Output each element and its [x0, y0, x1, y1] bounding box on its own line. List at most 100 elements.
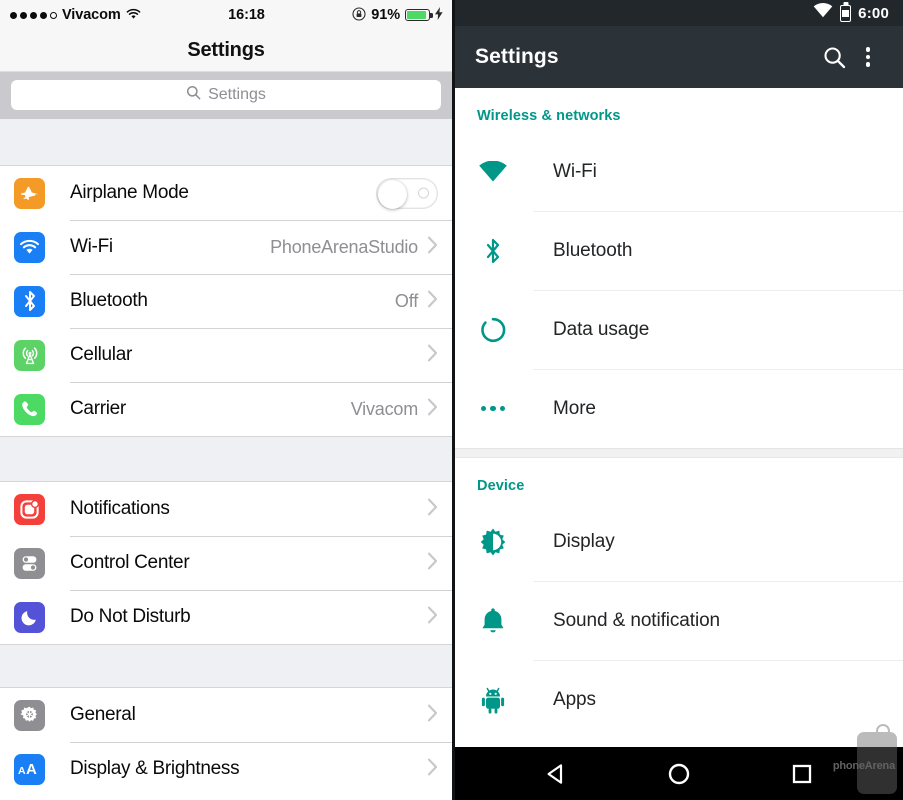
ios-settings-screen: Vivacom 16:18 91% Settings Settings Airp…: [0, 0, 452, 800]
android-section-title-device: Device: [477, 478, 525, 494]
brightness-icon: [477, 526, 509, 558]
toggle-off-indicator: [418, 187, 429, 199]
battery-icon: [405, 9, 433, 21]
ios-row-label: Wi-Fi: [70, 236, 113, 257]
android-row-label: Display: [553, 530, 615, 552]
android-robot-icon: [477, 684, 509, 716]
ios-section-gap-2: [0, 436, 452, 482]
ios-row-display-brightness[interactable]: A A Display & Brightness: [0, 742, 452, 796]
back-triangle-icon[interactable]: [526, 747, 586, 800]
ios-row-control-center[interactable]: Control Center: [0, 536, 452, 590]
ios-row-bluetooth[interactable]: Bluetooth Off: [0, 274, 452, 328]
chevron-right-icon: [427, 398, 438, 421]
ios-row-do-not-disturb[interactable]: Do Not Disturb: [0, 590, 452, 644]
android-app-bar: Settings: [455, 26, 903, 88]
airplane-mode-toggle[interactable]: [376, 177, 438, 209]
android-row-apps[interactable]: Apps: [455, 660, 903, 739]
notifications-icon: [14, 493, 45, 525]
chevron-right-icon: [427, 552, 438, 575]
battery-percent-label: 91%: [371, 7, 400, 23]
android-section-title-wireless: Wireless & networks: [477, 108, 621, 124]
android-row-wifi[interactable]: Wi-Fi: [455, 132, 903, 211]
android-row-more[interactable]: More: [455, 369, 903, 448]
control-center-icon: [14, 547, 45, 579]
android-section-device-rows: Display Sound & notification Apps: [455, 502, 903, 739]
home-circle-icon[interactable]: [649, 747, 709, 800]
wifi-icon: [126, 7, 141, 23]
android-row-label: Data usage: [553, 318, 650, 340]
android-row-label: Bluetooth: [553, 239, 633, 261]
moon-icon: [14, 601, 45, 633]
android-section-divider: [455, 448, 903, 458]
ios-clock: 16:18: [228, 7, 265, 23]
android-row-label: More: [553, 397, 596, 419]
ios-section-gap-1: [0, 119, 452, 166]
airplane-icon: [14, 177, 45, 209]
android-clock: 6:00: [858, 4, 889, 22]
signal-strength-dots: [10, 11, 57, 19]
carrier-label: Vivacom: [62, 7, 121, 23]
ios-row-value: Off: [394, 290, 418, 311]
chevron-right-icon: [427, 606, 438, 629]
android-row-label: Apps: [553, 688, 596, 710]
android-settings-list: Wireless & networks Wi-Fi Bluetooth Data…: [455, 88, 903, 739]
lightning-bolt-icon: [435, 7, 443, 23]
android-row-display[interactable]: Display: [455, 502, 903, 581]
cell-tower-icon: [14, 339, 45, 371]
text-size-icon: A A: [14, 753, 45, 785]
ios-row-general[interactable]: General: [0, 688, 452, 742]
comparison-screenshot: Vivacom 16:18 91% Settings Settings Airp…: [0, 0, 903, 800]
wifi-icon: [14, 231, 45, 263]
android-row-bluetooth[interactable]: Bluetooth: [455, 211, 903, 290]
ios-group-system: General A A Display & Brightness: [0, 688, 452, 796]
chevron-right-icon: [427, 758, 438, 781]
ios-row-label: Display & Brightness: [70, 758, 240, 779]
android-row-data-usage[interactable]: Data usage: [455, 290, 903, 369]
data-usage-icon: [477, 314, 509, 346]
ios-status-bar: Vivacom 16:18 91%: [0, 0, 452, 30]
ios-row-carrier[interactable]: Carrier Vivacom: [0, 382, 452, 436]
svg-text:A: A: [26, 761, 37, 778]
bell-icon: [477, 605, 509, 637]
ios-nav-bar: Settings: [0, 30, 452, 72]
ios-row-cellular[interactable]: Cellular: [0, 328, 452, 382]
svg-text:A: A: [18, 765, 26, 777]
page-title: Settings: [475, 45, 559, 68]
android-row-label: Sound & notification: [553, 609, 721, 631]
kebab-menu-icon[interactable]: [851, 40, 885, 74]
chevron-right-icon: [427, 498, 438, 521]
ios-search-container: Settings: [0, 72, 452, 119]
android-section-wireless-rows: Wi-Fi Bluetooth Data usage More: [455, 132, 903, 448]
rotation-lock-icon: [352, 6, 366, 24]
phone-icon: [14, 393, 45, 425]
android-row-sound-notification[interactable]: Sound & notification: [455, 581, 903, 660]
ios-row-airplane-mode[interactable]: Airplane Mode: [0, 166, 452, 220]
recents-square-icon[interactable]: [772, 747, 832, 800]
page-title: Settings: [187, 39, 265, 61]
battery-icon: [840, 4, 852, 22]
search-icon[interactable]: [817, 40, 851, 74]
ios-group-connectivity: Airplane Mode Wi-Fi PhoneArenaStudio Blu…: [0, 166, 452, 436]
ios-row-label: Bluetooth: [70, 290, 148, 311]
ios-row-label: Cellular: [70, 344, 133, 365]
ios-row-value: PhoneArenaStudio: [270, 236, 418, 257]
chevron-right-icon: [427, 344, 438, 367]
chevron-right-icon: [427, 236, 438, 259]
ios-row-notifications[interactable]: Notifications: [0, 482, 452, 536]
wifi-icon: [477, 156, 509, 188]
search-input[interactable]: Settings: [11, 80, 441, 110]
ios-row-value: Vivacom: [350, 398, 418, 419]
bluetooth-icon: [477, 235, 509, 267]
ios-row-label: General: [70, 704, 136, 725]
android-row-label: Wi-Fi: [553, 160, 597, 182]
search-icon: [186, 85, 201, 105]
wifi-icon: [813, 3, 833, 23]
more-dots-icon: [477, 393, 509, 425]
ios-row-wifi[interactable]: Wi-Fi PhoneArenaStudio: [0, 220, 452, 274]
android-settings-screen: 6:00 Settings Wireless & networks Wi-Fi …: [452, 0, 903, 800]
ios-row-label: Control Center: [70, 552, 190, 573]
ios-row-label: Do Not Disturb: [70, 606, 191, 627]
android-navigation-bar: [455, 747, 903, 800]
ios-row-label: Notifications: [70, 498, 170, 519]
ios-section-gap-3: [0, 644, 452, 688]
